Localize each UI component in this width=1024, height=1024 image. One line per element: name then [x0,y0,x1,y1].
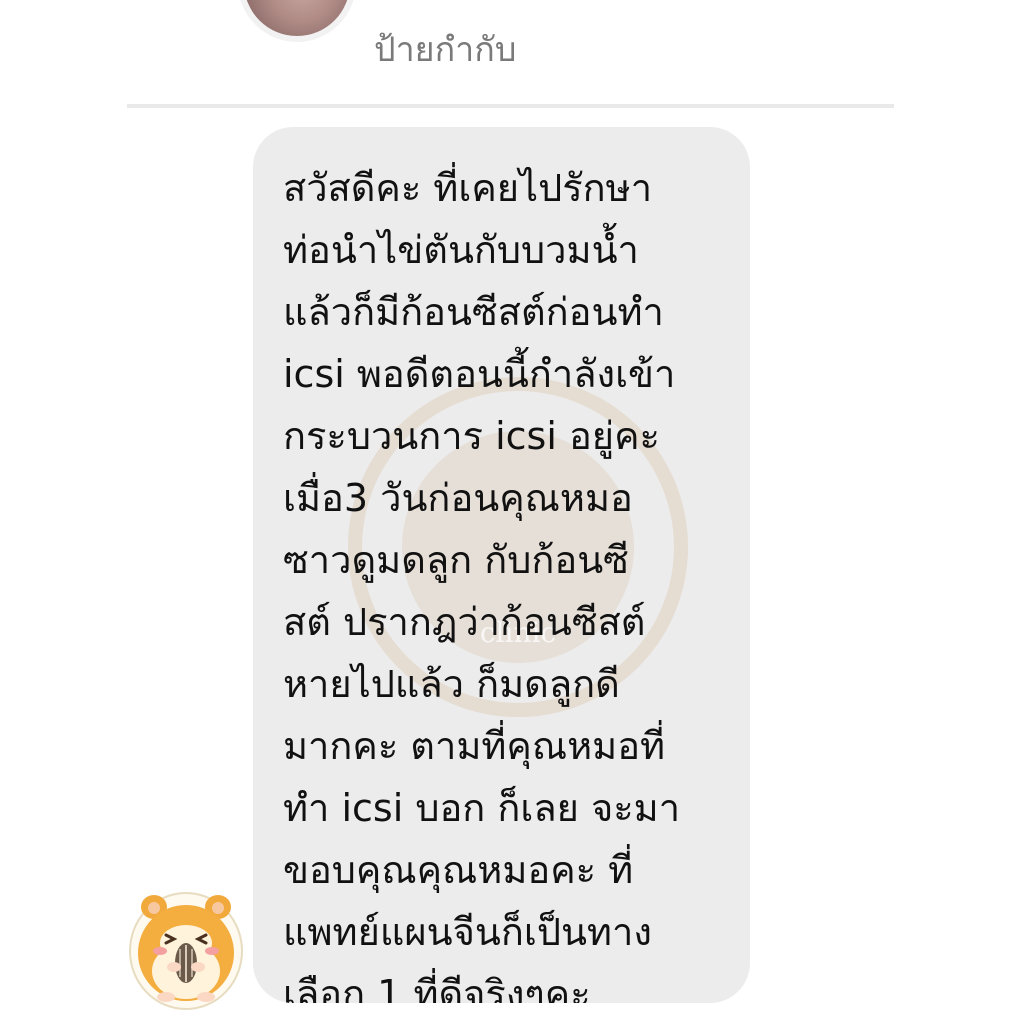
tag-label[interactable]: ป้ายกำกับ [374,26,516,74]
header-divider [127,104,894,108]
sender-avatar[interactable] [244,0,350,36]
sender-name-cropped: ▁▁▁ ▁▁ ▁▁▁ ▁▁ [378,0,738,6]
hamster-sticker-icon[interactable] [128,885,244,1011]
message-text: สวัสดีคะ ที่เคยไปรักษา ท่อนำไข่ตันกับบวม… [283,166,681,1003]
message-bubble[interactable]: clinic สวัสดีคะ ที่เคยไปรักษา ท่อนำไข่ตั… [253,127,750,1003]
